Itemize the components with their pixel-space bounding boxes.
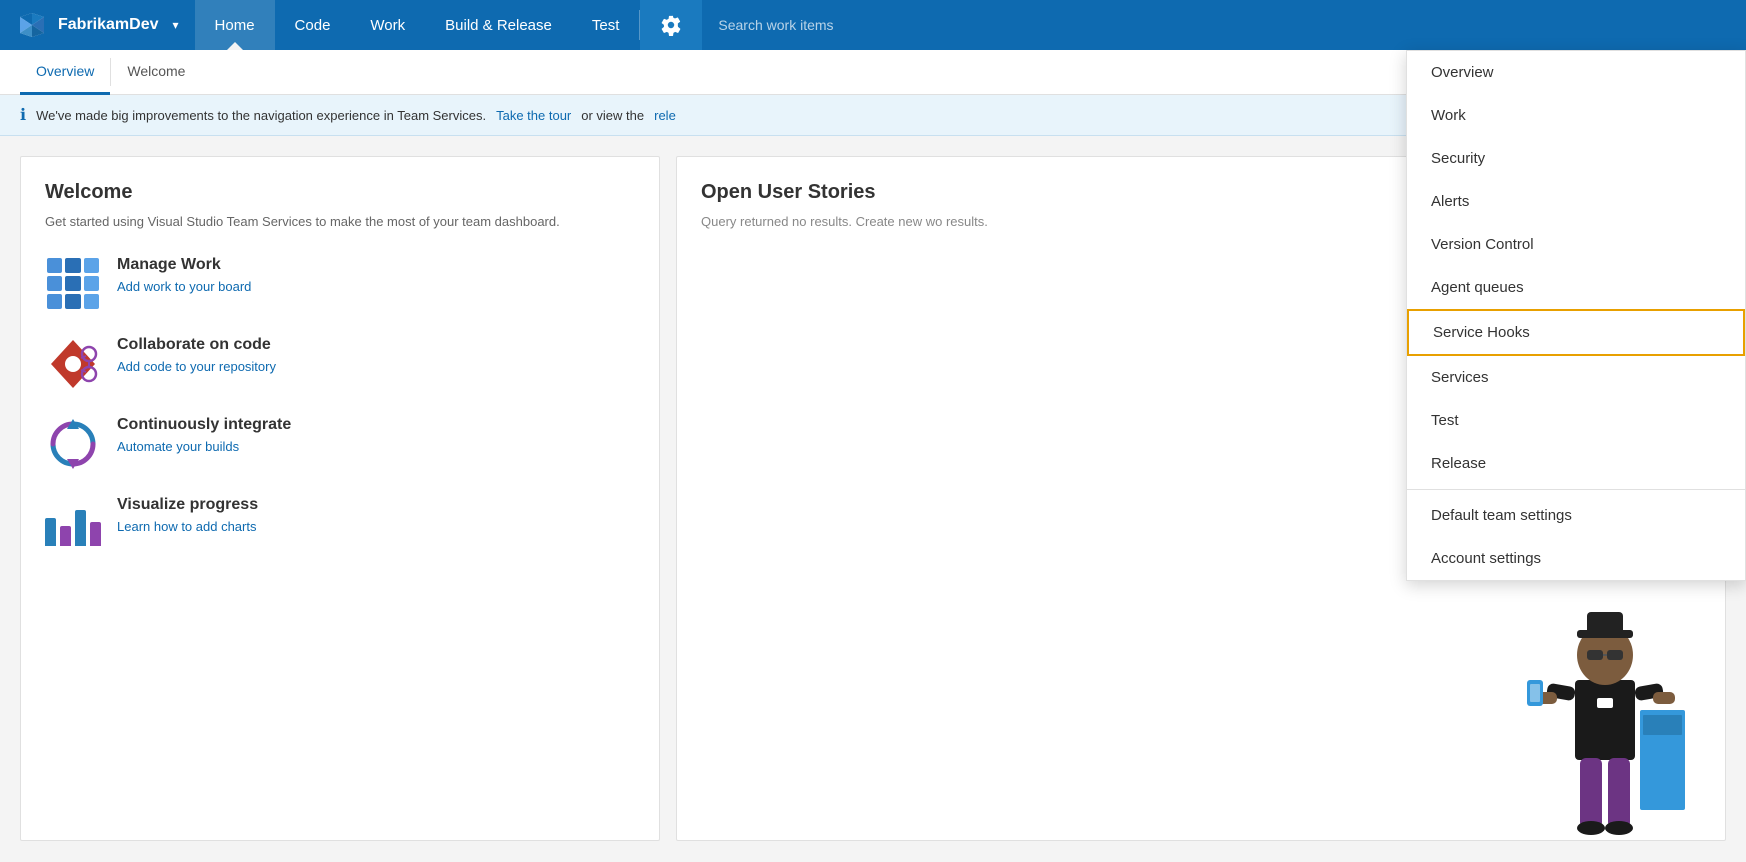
welcome-card: Welcome Get started using Visual Studio … bbox=[20, 156, 660, 841]
dropdown-divider bbox=[1407, 489, 1745, 490]
dropdown-item-overview[interactable]: Overview bbox=[1407, 51, 1745, 94]
sub-nav-welcome[interactable]: Welcome bbox=[111, 50, 201, 95]
nav-item-test[interactable]: Test bbox=[572, 0, 640, 50]
visualize-link[interactable]: Learn how to add charts bbox=[117, 519, 256, 534]
release-link[interactable]: rele bbox=[654, 108, 676, 123]
welcome-item-visualize: Visualize progress Learn how to add char… bbox=[45, 496, 635, 552]
integrate-link[interactable]: Automate your builds bbox=[117, 439, 239, 454]
dropdown-item-account-settings[interactable]: Account settings bbox=[1407, 537, 1745, 580]
dropdown-item-work[interactable]: Work bbox=[1407, 94, 1745, 137]
welcome-item-code: Collaborate on code Add code to your rep… bbox=[45, 336, 635, 392]
top-nav: FabrikamDev ▾ Home Code Work Build & Rel… bbox=[0, 0, 1746, 50]
manage-work-text: Manage Work Add work to your board bbox=[117, 256, 251, 296]
character-illustration bbox=[1525, 580, 1685, 840]
brand-dropdown-arrow[interactable]: ▾ bbox=[173, 18, 179, 32]
visualize-icon bbox=[45, 496, 101, 552]
dropdown-item-version-control[interactable]: Version Control bbox=[1407, 223, 1745, 266]
take-tour-link[interactable]: Take the tour bbox=[496, 108, 571, 123]
settings-dropdown: Overview Work Security Alerts Version Co… bbox=[1406, 50, 1746, 581]
dropdown-item-default-team-settings[interactable]: Default team settings bbox=[1407, 494, 1745, 537]
nav-item-home[interactable]: Home bbox=[195, 0, 275, 50]
code-link[interactable]: Add code to your repository bbox=[117, 359, 276, 374]
nav-item-code[interactable]: Code bbox=[275, 0, 351, 50]
integrate-icon bbox=[45, 416, 101, 472]
search-area: Search work items bbox=[702, 0, 1746, 50]
manage-work-icon bbox=[45, 256, 101, 312]
info-text: We've made big improvements to the navig… bbox=[36, 108, 486, 123]
vs-logo-icon bbox=[16, 9, 48, 41]
dropdown-item-test[interactable]: Test bbox=[1407, 399, 1745, 442]
nav-item-work[interactable]: Work bbox=[350, 0, 425, 50]
brand-name: FabrikamDev bbox=[58, 16, 159, 34]
integrate-text: Continuously integrate Automate your bui… bbox=[117, 416, 291, 456]
collaborate-code-icon bbox=[45, 336, 101, 392]
dropdown-item-release[interactable]: Release bbox=[1407, 442, 1745, 485]
welcome-description: Get started using Visual Studio Team Ser… bbox=[45, 212, 635, 232]
settings-gear-button[interactable] bbox=[640, 0, 702, 50]
nav-item-build-release[interactable]: Build & Release bbox=[425, 0, 572, 50]
dropdown-item-service-hooks[interactable]: Service Hooks bbox=[1407, 309, 1745, 356]
welcome-item-manage-work: Manage Work Add work to your board bbox=[45, 256, 635, 312]
sub-nav-overview[interactable]: Overview bbox=[20, 50, 110, 95]
dropdown-item-security[interactable]: Security bbox=[1407, 137, 1745, 180]
search-placeholder[interactable]: Search work items bbox=[718, 17, 833, 33]
dropdown-item-services[interactable]: Services bbox=[1407, 356, 1745, 399]
dropdown-item-alerts[interactable]: Alerts bbox=[1407, 180, 1745, 223]
visualize-text: Visualize progress Learn how to add char… bbox=[117, 496, 258, 536]
info-text2: or view the bbox=[581, 108, 644, 123]
brand-logo[interactable]: FabrikamDev ▾ bbox=[0, 0, 195, 50]
nav-items: Home Code Work Build & Release Test bbox=[195, 0, 640, 50]
welcome-title: Welcome bbox=[45, 181, 635, 204]
manage-work-link[interactable]: Add work to your board bbox=[117, 279, 251, 294]
dropdown-item-agent-queues[interactable]: Agent queues bbox=[1407, 266, 1745, 309]
info-icon: ℹ bbox=[20, 105, 26, 125]
welcome-item-integrate: Continuously integrate Automate your bui… bbox=[45, 416, 635, 472]
code-text: Collaborate on code Add code to your rep… bbox=[117, 336, 276, 376]
gear-icon bbox=[660, 14, 682, 36]
